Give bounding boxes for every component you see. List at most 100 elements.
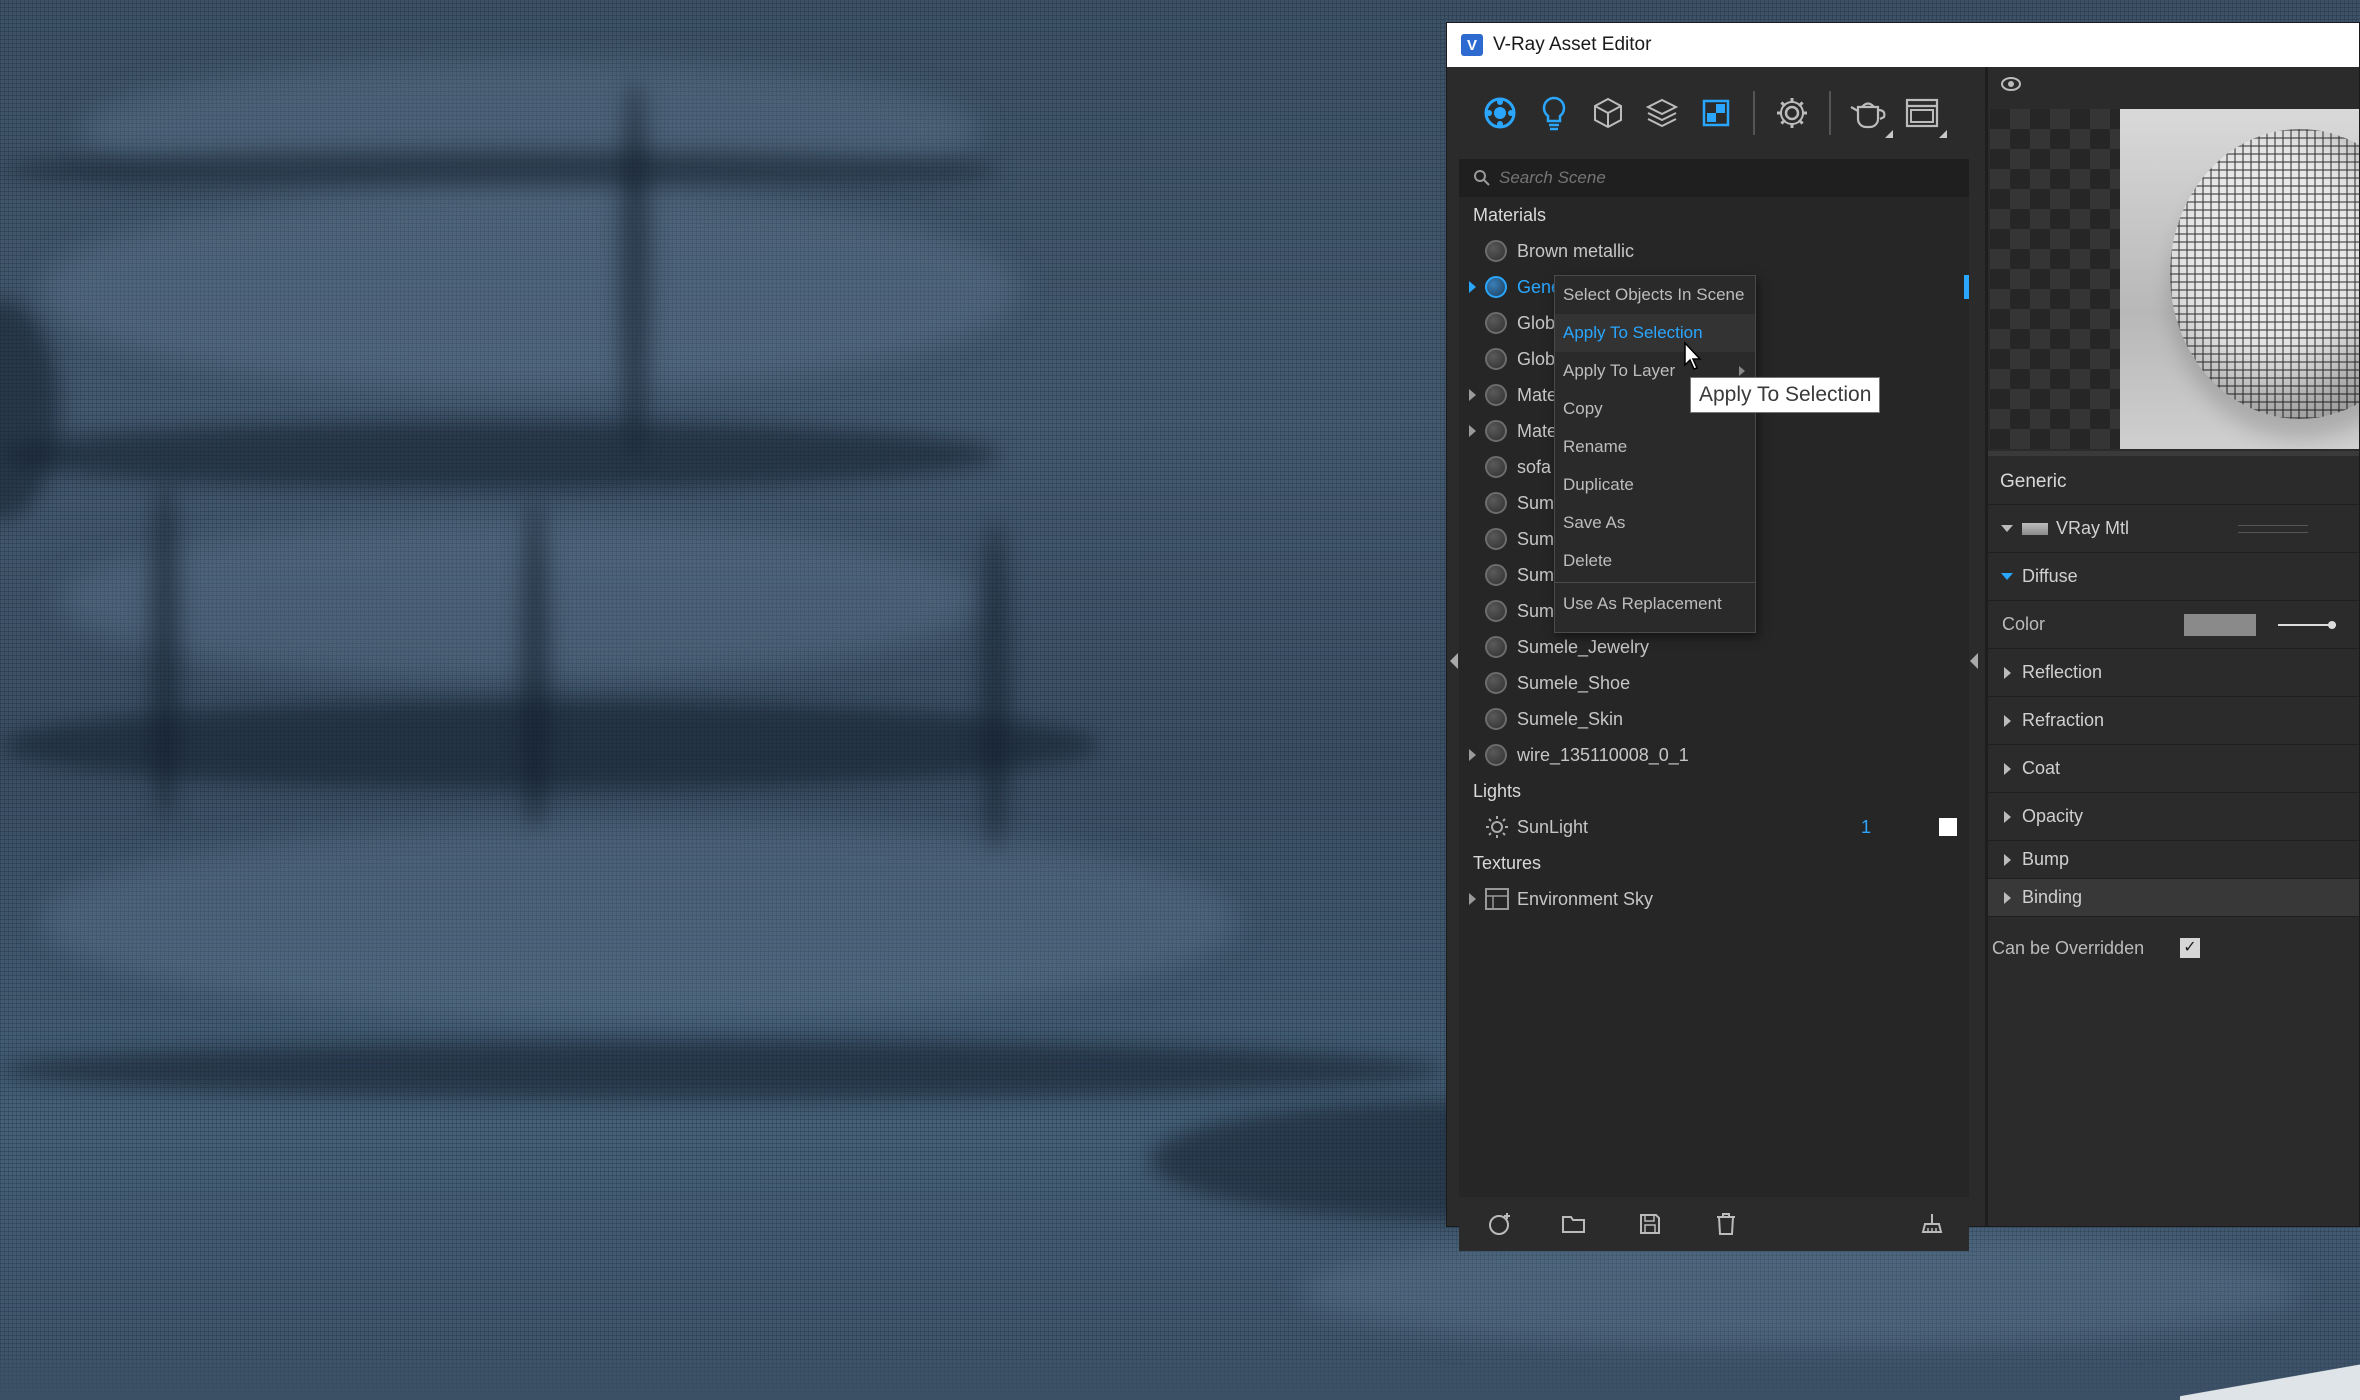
expand-arrow-icon[interactable] bbox=[1469, 389, 1476, 401]
preview-render-image bbox=[2120, 109, 2359, 449]
diffuse-color-row: Color bbox=[1988, 601, 2359, 649]
open-folder-icon[interactable] bbox=[1561, 1212, 1587, 1236]
expand-arrow-icon[interactable] bbox=[2004, 810, 2011, 823]
list-item-label: Sum bbox=[1517, 528, 1555, 549]
context-menu: Select Objects In Scene Apply To Selecti… bbox=[1554, 275, 1756, 633]
material-item-sumele-jewelry[interactable]: Sumele_Jewelry bbox=[1459, 629, 1969, 665]
opacity-rollout[interactable]: Opacity bbox=[1988, 793, 2359, 841]
collapse-list-arrow-icon[interactable] bbox=[1970, 653, 1978, 669]
menu-item-select-objects-in-scene[interactable]: Select Objects In Scene bbox=[1555, 276, 1755, 314]
rollout-label: Opacity bbox=[2022, 806, 2084, 826]
expand-arrow-icon[interactable] bbox=[2004, 714, 2011, 727]
material-item-brown-metallic[interactable]: Brown metallic bbox=[1459, 233, 1969, 269]
search-scene-bar[interactable] bbox=[1459, 159, 1969, 197]
rollout-label: Coat bbox=[2022, 758, 2061, 778]
material-sphere-icon bbox=[1485, 420, 1507, 442]
menu-item-duplicate[interactable]: Duplicate bbox=[1555, 466, 1755, 504]
expand-arrow-icon[interactable] bbox=[1469, 281, 1476, 293]
material-properties-pane: Generic VRay Mtl Diffuse Color Reflectio… bbox=[1985, 67, 2359, 1226]
can-be-overridden-checkbox[interactable]: ✓ bbox=[2180, 938, 2200, 958]
menu-item-rename[interactable]: Rename bbox=[1555, 428, 1755, 466]
category-toolbar bbox=[1459, 67, 1973, 159]
asset-list-pane: Materials Brown metallic Generic Glob Gl… bbox=[1459, 67, 1973, 1251]
bump-rollout[interactable]: Bump bbox=[1988, 841, 2359, 879]
diffuse-color-swatch[interactable] bbox=[2184, 613, 2256, 636]
menu-item-apply-to-selection[interactable]: Apply To Selection bbox=[1555, 314, 1755, 352]
expand-arrow-icon[interactable] bbox=[1469, 749, 1476, 761]
list-item-label: Sumele_Shoe bbox=[1517, 672, 1631, 693]
drag-grip-icon[interactable] bbox=[2238, 524, 2308, 533]
refraction-rollout[interactable]: Refraction bbox=[1988, 697, 2359, 745]
delete-icon[interactable] bbox=[1713, 1212, 1739, 1236]
frame-buffer-icon[interactable] bbox=[1895, 86, 1949, 140]
list-item-label: wire_135110008_0_1 bbox=[1517, 744, 1689, 765]
material-sphere-icon bbox=[1485, 744, 1507, 766]
list-item-label: Sum bbox=[1517, 492, 1555, 513]
rollout-label: Binding bbox=[2022, 887, 2083, 907]
coat-rollout[interactable]: Coat bbox=[1988, 745, 2359, 793]
layers-icon[interactable] bbox=[1635, 86, 1689, 140]
asset-actions-bar bbox=[1459, 1197, 1969, 1251]
collapse-arrow-icon[interactable] bbox=[2001, 573, 2013, 580]
material-item-wire[interactable]: wire_135110008_0_1 bbox=[1459, 737, 1969, 773]
collapse-arrow-icon[interactable] bbox=[2001, 525, 2013, 532]
list-item-label: Glob bbox=[1517, 348, 1556, 369]
list-item-label: Sum bbox=[1517, 600, 1555, 621]
material-sphere-icon bbox=[1485, 672, 1507, 694]
material-sphere-icon bbox=[1485, 240, 1507, 262]
texture-item-environment-sky[interactable]: Environment Sky bbox=[1459, 881, 1969, 917]
vray-logo-icon: V bbox=[1461, 34, 1483, 56]
materials-icon[interactable] bbox=[1473, 86, 1527, 140]
material-sphere-icon bbox=[1485, 276, 1507, 298]
list-item-label: Sum bbox=[1517, 564, 1555, 585]
light-item-sunlight[interactable]: SunLight 1 bbox=[1459, 809, 1969, 845]
purge-unused-icon[interactable] bbox=[1919, 1212, 1945, 1236]
tooltip: Apply To Selection bbox=[1690, 377, 1881, 413]
expand-arrow-icon[interactable] bbox=[2004, 666, 2011, 679]
binding-rollout[interactable]: Binding bbox=[1988, 879, 2359, 917]
material-sphere-icon bbox=[1485, 708, 1507, 730]
preview-toggle-icon[interactable] bbox=[2000, 75, 2022, 93]
list-item-label: SunLight bbox=[1517, 816, 1589, 837]
search-input[interactable] bbox=[1499, 168, 1939, 188]
save-icon[interactable] bbox=[1637, 1212, 1663, 1236]
textures-section-header: Textures bbox=[1473, 853, 1542, 873]
preview-background-checker bbox=[1990, 109, 2120, 449]
title-bar[interactable]: V V-Ray Asset Editor bbox=[1447, 23, 2359, 67]
menu-item-delete[interactable]: Delete bbox=[1555, 542, 1755, 580]
textures-icon[interactable] bbox=[1689, 86, 1743, 140]
menu-separator bbox=[1555, 582, 1755, 583]
light-instance-count: 1 bbox=[1861, 816, 1872, 837]
diffuse-rollout[interactable]: Diffuse bbox=[1988, 553, 2359, 601]
vray-mtl-icon bbox=[2022, 522, 2048, 535]
sun-icon bbox=[1486, 816, 1508, 838]
material-item-sumele-shoe[interactable]: Sumele_Shoe bbox=[1459, 665, 1969, 701]
expand-arrow-icon[interactable] bbox=[1469, 425, 1476, 437]
mouse-cursor-icon bbox=[1684, 341, 1702, 370]
menu-item-label: Apply To Layer bbox=[1563, 361, 1676, 380]
expand-arrow-icon[interactable] bbox=[2004, 891, 2011, 904]
vray-mtl-header[interactable]: VRay Mtl bbox=[1988, 505, 2359, 553]
add-asset-icon[interactable] bbox=[1487, 1212, 1513, 1236]
texture-icon bbox=[1485, 888, 1509, 910]
collapse-left-arrow-icon[interactable] bbox=[1450, 653, 1458, 669]
menu-item-use-as-replacement[interactable]: Use As Replacement bbox=[1555, 585, 1755, 623]
geometry-icon[interactable] bbox=[1581, 86, 1635, 140]
lights-icon[interactable] bbox=[1527, 86, 1581, 140]
expand-arrow-icon[interactable] bbox=[2004, 762, 2011, 775]
settings-icon[interactable] bbox=[1765, 86, 1819, 140]
material-item-sumele-skin[interactable]: Sumele_Skin bbox=[1459, 701, 1969, 737]
preview-resize-handle[interactable] bbox=[1988, 451, 2359, 456]
lights-section-header: Lights bbox=[1473, 781, 1522, 801]
material-sphere-icon bbox=[1485, 492, 1507, 514]
reflection-rollout[interactable]: Reflection bbox=[1988, 649, 2359, 697]
expand-arrow-icon[interactable] bbox=[1469, 893, 1476, 905]
menu-item-save-as[interactable]: Save As bbox=[1555, 504, 1755, 542]
expand-arrow-icon[interactable] bbox=[2004, 853, 2011, 866]
list-item-label: Mate bbox=[1517, 384, 1558, 405]
color-slider-knob[interactable] bbox=[2328, 620, 2336, 629]
render-teapot-icon[interactable] bbox=[1841, 86, 1895, 140]
list-item-label: Sumele_Jewelry bbox=[1517, 636, 1650, 657]
light-enabled-toggle[interactable] bbox=[1939, 818, 1957, 836]
color-label: Color bbox=[2002, 614, 2046, 634]
